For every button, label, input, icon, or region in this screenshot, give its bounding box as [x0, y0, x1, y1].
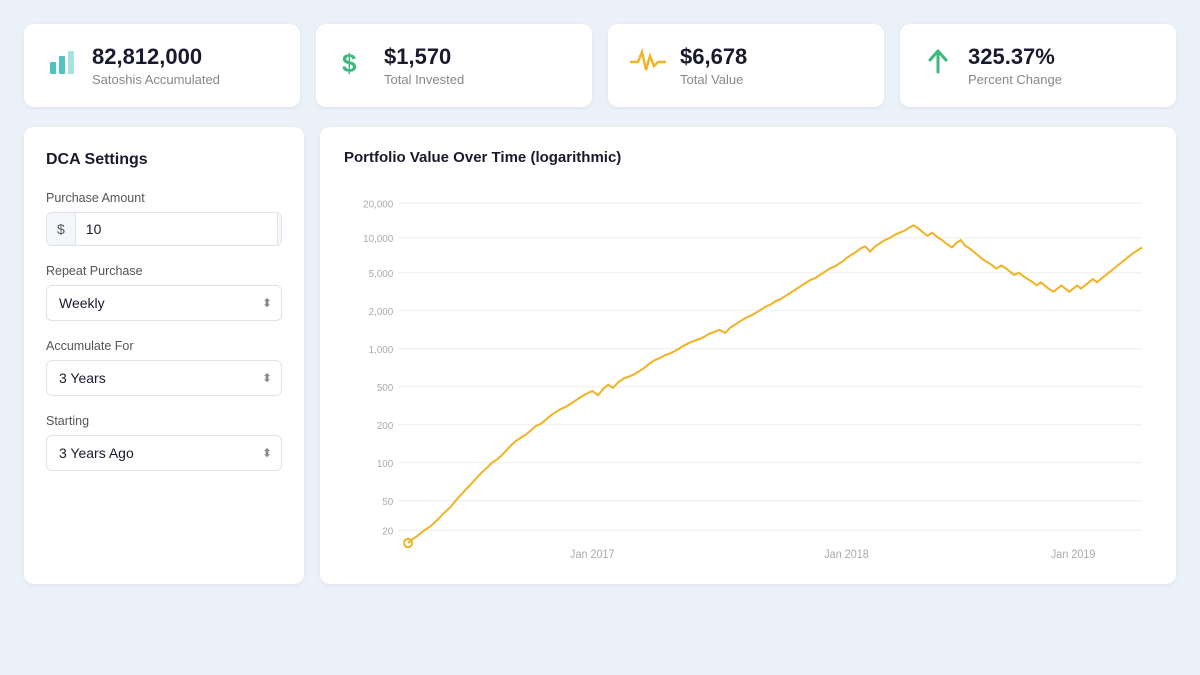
- y-label-1000: 1,000: [369, 345, 394, 356]
- total-value-label: Total Value: [680, 72, 747, 87]
- accumulate-select[interactable]: 3 Years 1 Year 5 Years 10 Years: [46, 360, 282, 396]
- y-label-200: 200: [377, 421, 394, 432]
- accumulate-select-wrapper: 3 Years 1 Year 5 Years 10 Years ⬍: [46, 360, 282, 396]
- accumulate-label: Accumulate For: [46, 339, 282, 353]
- settings-panel: DCA Settings Purchase Amount $ .00 Repea…: [24, 127, 304, 584]
- svg-text:$: $: [342, 48, 357, 78]
- repeat-label: Repeat Purchase: [46, 264, 282, 278]
- total-value-card: $6,678 Total Value: [608, 24, 884, 107]
- satoshis-text: 82,812,000 Satoshis Accumulated: [92, 44, 220, 87]
- chart-container: 20,000 10,000 5,000 2,000 1,000 500 200 …: [344, 182, 1152, 562]
- starting-group: Starting 3 Years Ago 1 Year Ago 5 Years …: [46, 414, 282, 471]
- chart-start-point: [404, 539, 412, 547]
- y-label-2000: 2,000: [369, 307, 394, 318]
- total-value-text: $6,678 Total Value: [680, 44, 747, 87]
- dollar-prefix: $: [47, 213, 76, 245]
- y-label-20000: 20,000: [363, 199, 393, 210]
- repeat-select-wrapper: Weekly Daily Monthly ⬍: [46, 285, 282, 321]
- pulse-icon: [630, 48, 666, 83]
- invested-card: $ $1,570 Total Invested: [316, 24, 592, 107]
- repeat-select[interactable]: Weekly Daily Monthly: [46, 285, 282, 321]
- chart-svg: 20,000 10,000 5,000 2,000 1,000 500 200 …: [344, 182, 1152, 562]
- chart-title: Portfolio Value Over Time (logarithmic): [344, 149, 1152, 166]
- y-label-50: 50: [382, 497, 393, 508]
- chart-panel: Portfolio Value Over Time (logarithmic) …: [320, 127, 1176, 584]
- settings-title: DCA Settings: [46, 151, 282, 169]
- starting-select-wrapper: 3 Years Ago 1 Year Ago 5 Years Ago ⬍: [46, 435, 282, 471]
- total-value-value: $6,678: [680, 44, 747, 70]
- accumulate-group: Accumulate For 3 Years 1 Year 5 Years 10…: [46, 339, 282, 396]
- dollar-icon: $: [338, 46, 370, 85]
- stats-cards: 82,812,000 Satoshis Accumulated $ $1,570…: [24, 24, 1176, 107]
- repeat-purchase-group: Repeat Purchase Weekly Daily Monthly ⬍: [46, 264, 282, 321]
- bottom-row: DCA Settings Purchase Amount $ .00 Repea…: [24, 127, 1176, 584]
- invested-value: $1,570: [384, 44, 464, 70]
- satoshis-label: Satoshis Accumulated: [92, 72, 220, 87]
- invested-text: $1,570 Total Invested: [384, 44, 464, 87]
- y-label-10000: 10,000: [363, 234, 393, 245]
- percent-label: Percent Change: [968, 72, 1062, 87]
- percent-value: 325.37%: [968, 44, 1062, 70]
- y-label-5000: 5,000: [369, 269, 394, 280]
- cents-suffix: .00: [277, 213, 282, 245]
- percent-change-card: 325.37% Percent Change: [900, 24, 1176, 107]
- purchase-amount-group: Purchase Amount $ .00: [46, 191, 282, 246]
- starting-label: Starting: [46, 414, 282, 428]
- y-label-100: 100: [377, 459, 394, 470]
- bar-chart-icon: [46, 46, 78, 85]
- x-label-jan2019: Jan 2019: [1051, 549, 1096, 561]
- x-label-jan2017: Jan 2017: [570, 549, 615, 561]
- y-label-20: 20: [382, 527, 393, 538]
- satoshis-value: 82,812,000: [92, 44, 220, 70]
- satoshis-card: 82,812,000 Satoshis Accumulated: [24, 24, 300, 107]
- starting-select[interactable]: 3 Years Ago 1 Year Ago 5 Years Ago: [46, 435, 282, 471]
- y-label-500: 500: [377, 383, 394, 394]
- purchase-amount-input-wrapper: $ .00: [46, 212, 282, 246]
- percent-text: 325.37% Percent Change: [968, 44, 1062, 87]
- purchase-amount-label: Purchase Amount: [46, 191, 282, 205]
- arrow-up-icon: [922, 46, 954, 85]
- x-label-jan2018: Jan 2018: [824, 549, 869, 561]
- invested-label: Total Invested: [384, 72, 464, 87]
- purchase-amount-input[interactable]: [76, 213, 277, 245]
